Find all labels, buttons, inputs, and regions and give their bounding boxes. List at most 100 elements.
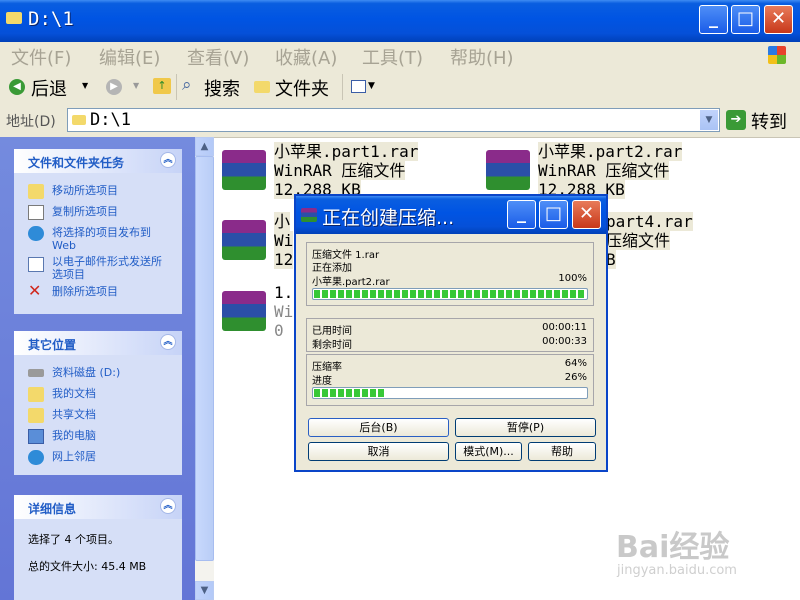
file-type: WinRAR 压缩文件 [538,161,670,180]
menu-view[interactable]: 查看(V) [187,44,249,70]
winrar-icon [301,208,317,222]
place-shared-documents[interactable]: 共享文档 [52,408,96,421]
winrar-archive-icon [222,220,266,260]
file-type: WinRAR 压缩文件 [274,161,406,180]
ratio-group: 压缩率 64% 进度 26% [306,354,594,406]
task-move[interactable]: 移动所选项目 [52,184,118,197]
ratio-value: 64% [564,358,587,369]
place-drive-d[interactable]: 资料磁盘 (D:) [52,366,120,379]
scroll-up-button[interactable]: ▲ [195,137,214,156]
baidu-watermark: Bai经验 [616,530,730,565]
file-progress-bar [312,288,588,300]
vertical-scrollbar[interactable]: ▲ ▼ [195,137,214,600]
forward-arrow-icon[interactable]: ▶ [106,79,122,95]
mode-button[interactable]: 模式(M)... [455,442,522,461]
task-email[interactable]: 以电子邮件形式发送所选项目 [52,255,172,281]
back-button[interactable]: 后退 [31,75,67,101]
task-publish[interactable]: 将选择的项目发布到 Web [52,226,172,252]
address-value: D:\1 [90,110,131,130]
views-icon[interactable] [351,80,366,93]
background-button[interactable]: 后台(B) [308,418,449,437]
scroll-down-button[interactable]: ▼ [195,581,214,600]
file-progress-group: 压缩文件 1.rar 正在添加 小苹果.part2.rar 100% [306,242,594,306]
address-input[interactable]: D:\1 ▼ [67,108,720,132]
file-name: 1. [274,283,294,302]
window-title-bar[interactable]: D:\1 _ □ ✕ [0,0,800,42]
back-dropdown-icon[interactable]: ▼ [82,81,88,90]
folders-button[interactable]: 文件夹 [275,75,329,101]
compression-dialog: 正在创建压缩... _ □ ✕ 压缩文件 1.rar 正在添加 小苹果.part… [294,194,608,472]
forward-dropdown-icon[interactable]: ▼ [133,81,139,90]
address-bar: 地址(D) D:\1 ▼ ➔ 转到 [0,105,800,138]
winrar-archive-icon [222,291,266,331]
cancel-button[interactable]: 取消 [308,442,449,461]
network-places-icon [28,450,44,465]
file-type: Wi [274,302,294,321]
place-my-documents[interactable]: 我的文档 [52,387,96,400]
go-button[interactable]: 转到 [751,108,787,134]
other-places-header[interactable]: 其它位置 ︽ [14,331,182,355]
file-tasks-header[interactable]: 文件和文件夹任务 ︽ [14,149,182,173]
delete-icon: ✕ [28,281,42,300]
file-name: 小苹果.part2.rar [538,142,683,161]
collapse-chevron-icon[interactable]: ︽ [160,498,176,514]
task-copy[interactable]: 复制所选项目 [52,205,118,218]
task-delete[interactable]: 删除所选项目 [52,285,118,298]
collapse-chevron-icon[interactable]: ︽ [160,152,176,168]
minimize-button[interactable]: _ [699,5,728,34]
winrar-archive-icon [486,150,530,190]
my-documents-icon [28,387,44,402]
maximize-button[interactable]: □ [731,5,760,34]
total-file-size: 总的文件大小: 45.4 MB [28,560,147,573]
file-name: part4.rar [606,212,693,231]
menu-file[interactable]: 文件(F) [11,44,71,70]
file-type: 压缩文件 [606,231,671,250]
back-arrow-icon[interactable]: ◀ [9,79,25,95]
menu-help[interactable]: 帮助(H) [450,44,514,70]
file-name: 小 [274,212,291,231]
folder-icon [6,12,22,24]
dialog-maximize-button[interactable]: □ [539,200,568,229]
progress-percent: 26% [564,372,587,383]
copy-icon [28,205,44,220]
go-arrow-icon[interactable]: ➔ [726,110,746,130]
address-dropdown-button[interactable]: ▼ [700,110,718,130]
menu-tools[interactable]: 工具(T) [362,44,423,70]
toolbar-separator [342,74,343,100]
folder-icon [72,115,86,125]
drive-icon [28,369,44,377]
file-size: 0 [274,321,284,340]
search-button[interactable]: 搜索 [204,75,240,101]
window-title: D:\1 [28,8,74,30]
dialog-title-bar[interactable]: 正在创建压缩... _ □ ✕ [296,196,606,234]
collapse-chevron-icon[interactable]: ︽ [160,334,176,350]
pause-button[interactable]: 暂停(P) [455,418,596,437]
help-button[interactable]: 帮助 [528,442,596,461]
adding-status: 正在添加 [312,263,352,274]
up-folder-icon[interactable]: ↑ [153,78,171,94]
total-progress-bar [312,387,588,399]
dialog-close-button[interactable]: ✕ [572,200,601,229]
place-network[interactable]: 网上邻居 [52,450,96,463]
shared-documents-icon [28,408,44,423]
place-my-computer[interactable]: 我的电脑 [52,429,96,442]
dialog-minimize-button[interactable]: _ [507,200,536,229]
file-size: 12 [274,250,294,269]
time-group: 已用时间 00:00:11 剩余时间 00:00:33 [306,318,594,352]
details-header[interactable]: 详细信息 ︽ [14,495,182,519]
progress-label: 进度 [312,376,332,387]
file-percent: 100% [558,273,587,284]
dialog-title: 正在创建压缩... [322,207,455,229]
menu-edit[interactable]: 编辑(E) [99,44,160,70]
scroll-thumb[interactable] [195,156,214,561]
baidu-watermark-url: jingyan.baidu.com [617,563,737,578]
address-label: 地址(D) [6,114,56,130]
file-progress-fill [314,290,586,298]
views-dropdown-icon[interactable]: ▼ [368,81,375,91]
details-panel: 详细信息 ︽ 选择了 4 个项目。 总的文件大小: 45.4 MB [14,495,182,600]
my-computer-icon [28,429,44,444]
menu-favorites[interactable]: 收藏(A) [275,44,337,70]
other-places-panel: 其它位置 ︽ 资料磁盘 (D:) 我的文档 共享文档 我的电脑 网上邻居 [14,331,182,475]
current-file: 小苹果.part2.rar [312,277,390,288]
close-button[interactable]: ✕ [764,5,793,34]
